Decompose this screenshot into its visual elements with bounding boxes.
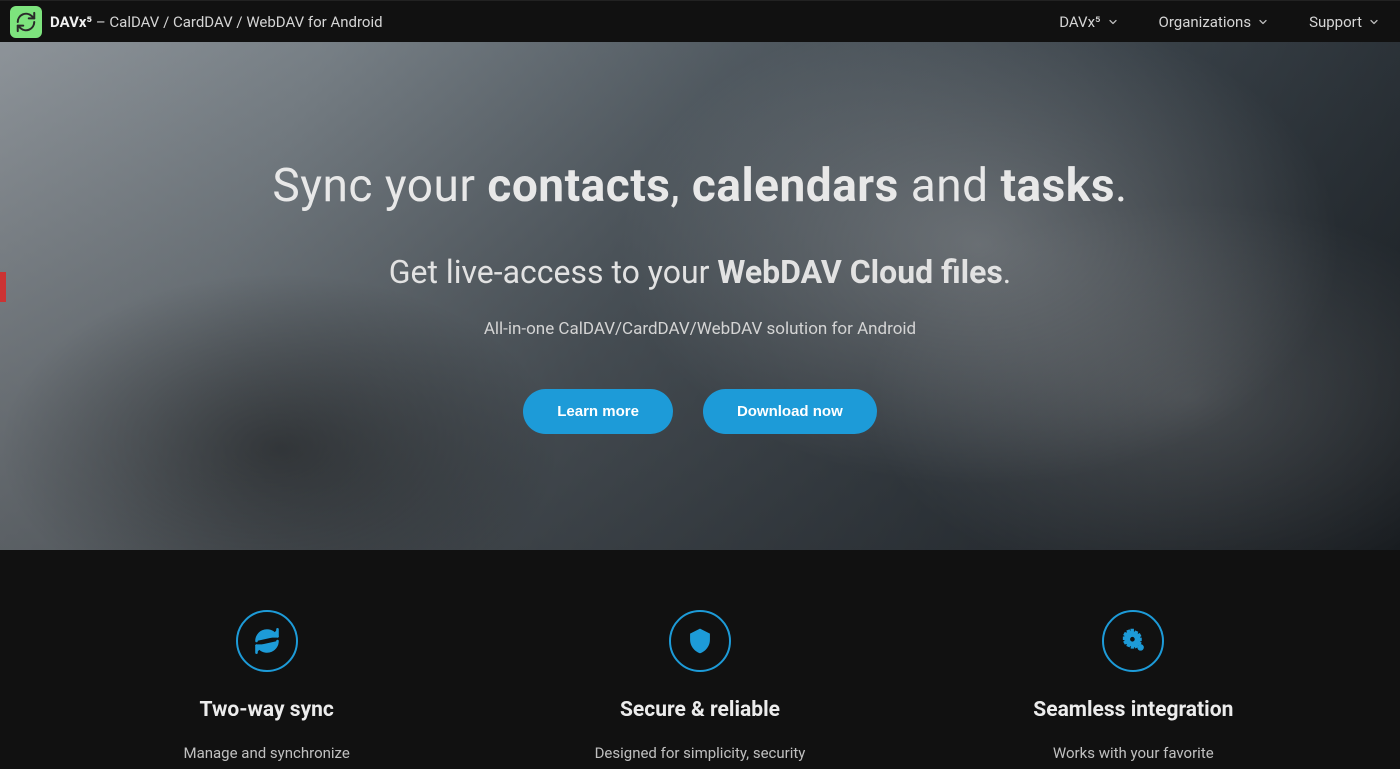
- feature-title: Two-way sync: [80, 698, 453, 722]
- brand-name: DAVx⁵: [50, 13, 92, 31]
- download-now-button[interactable]: Download now: [703, 389, 877, 434]
- hero-accent-bar: [0, 272, 6, 302]
- brand-logo-icon: [10, 6, 42, 38]
- gears-icon: [1102, 610, 1164, 672]
- nav-item-label: Support: [1309, 13, 1362, 31]
- nav-item-label: DAVx⁵: [1059, 13, 1100, 31]
- hero-headline: Sync your contacts, calendars and tasks.: [272, 159, 1127, 213]
- nav-item-organizations[interactable]: Organizations: [1159, 13, 1270, 31]
- hero-subheadline: Get live-access to your WebDAV Cloud fil…: [389, 253, 1011, 291]
- feature-title: Seamless integration: [947, 698, 1320, 722]
- feature-body: Manage and synchronize: [80, 742, 453, 765]
- nav-item-label: Organizations: [1159, 13, 1252, 31]
- feature-title: Secure & reliable: [513, 698, 886, 722]
- feature-body: Works with your favorite: [947, 742, 1320, 765]
- brand-text: DAVx⁵ – CalDAV / CardDAV / WebDAV for An…: [50, 13, 383, 31]
- nav-item-support[interactable]: Support: [1309, 13, 1380, 31]
- nav-links: DAVx⁵ Organizations Support: [1059, 13, 1380, 31]
- hero-buttons: Learn more Download now: [523, 389, 877, 434]
- chevron-down-icon: [1107, 16, 1119, 28]
- feature-two-way-sync: Two-way sync Manage and synchronize: [80, 610, 453, 765]
- feature-body: Designed for simplicity, security: [513, 742, 886, 765]
- chevron-down-icon: [1368, 16, 1380, 28]
- chevron-down-icon: [1257, 16, 1269, 28]
- hero: Sync your contacts, calendars and tasks.…: [0, 42, 1400, 550]
- sync-icon: [236, 610, 298, 672]
- nav-item-davx[interactable]: DAVx⁵: [1059, 13, 1118, 31]
- navbar: DAVx⁵ – CalDAV / CardDAV / WebDAV for An…: [0, 0, 1400, 42]
- shield-icon: [669, 610, 731, 672]
- hero-tagline: All-in-one CalDAV/CardDAV/WebDAV solutio…: [484, 319, 916, 339]
- features-section: Two-way sync Manage and synchronize Secu…: [0, 550, 1400, 765]
- feature-seamless-integration: Seamless integration Works with your fav…: [947, 610, 1320, 765]
- brand-suffix: – CalDAV / CardDAV / WebDAV for Android: [92, 13, 383, 31]
- learn-more-button[interactable]: Learn more: [523, 389, 673, 434]
- feature-secure-reliable: Secure & reliable Designed for simplicit…: [513, 610, 886, 765]
- brand[interactable]: DAVx⁵ – CalDAV / CardDAV / WebDAV for An…: [10, 6, 383, 38]
